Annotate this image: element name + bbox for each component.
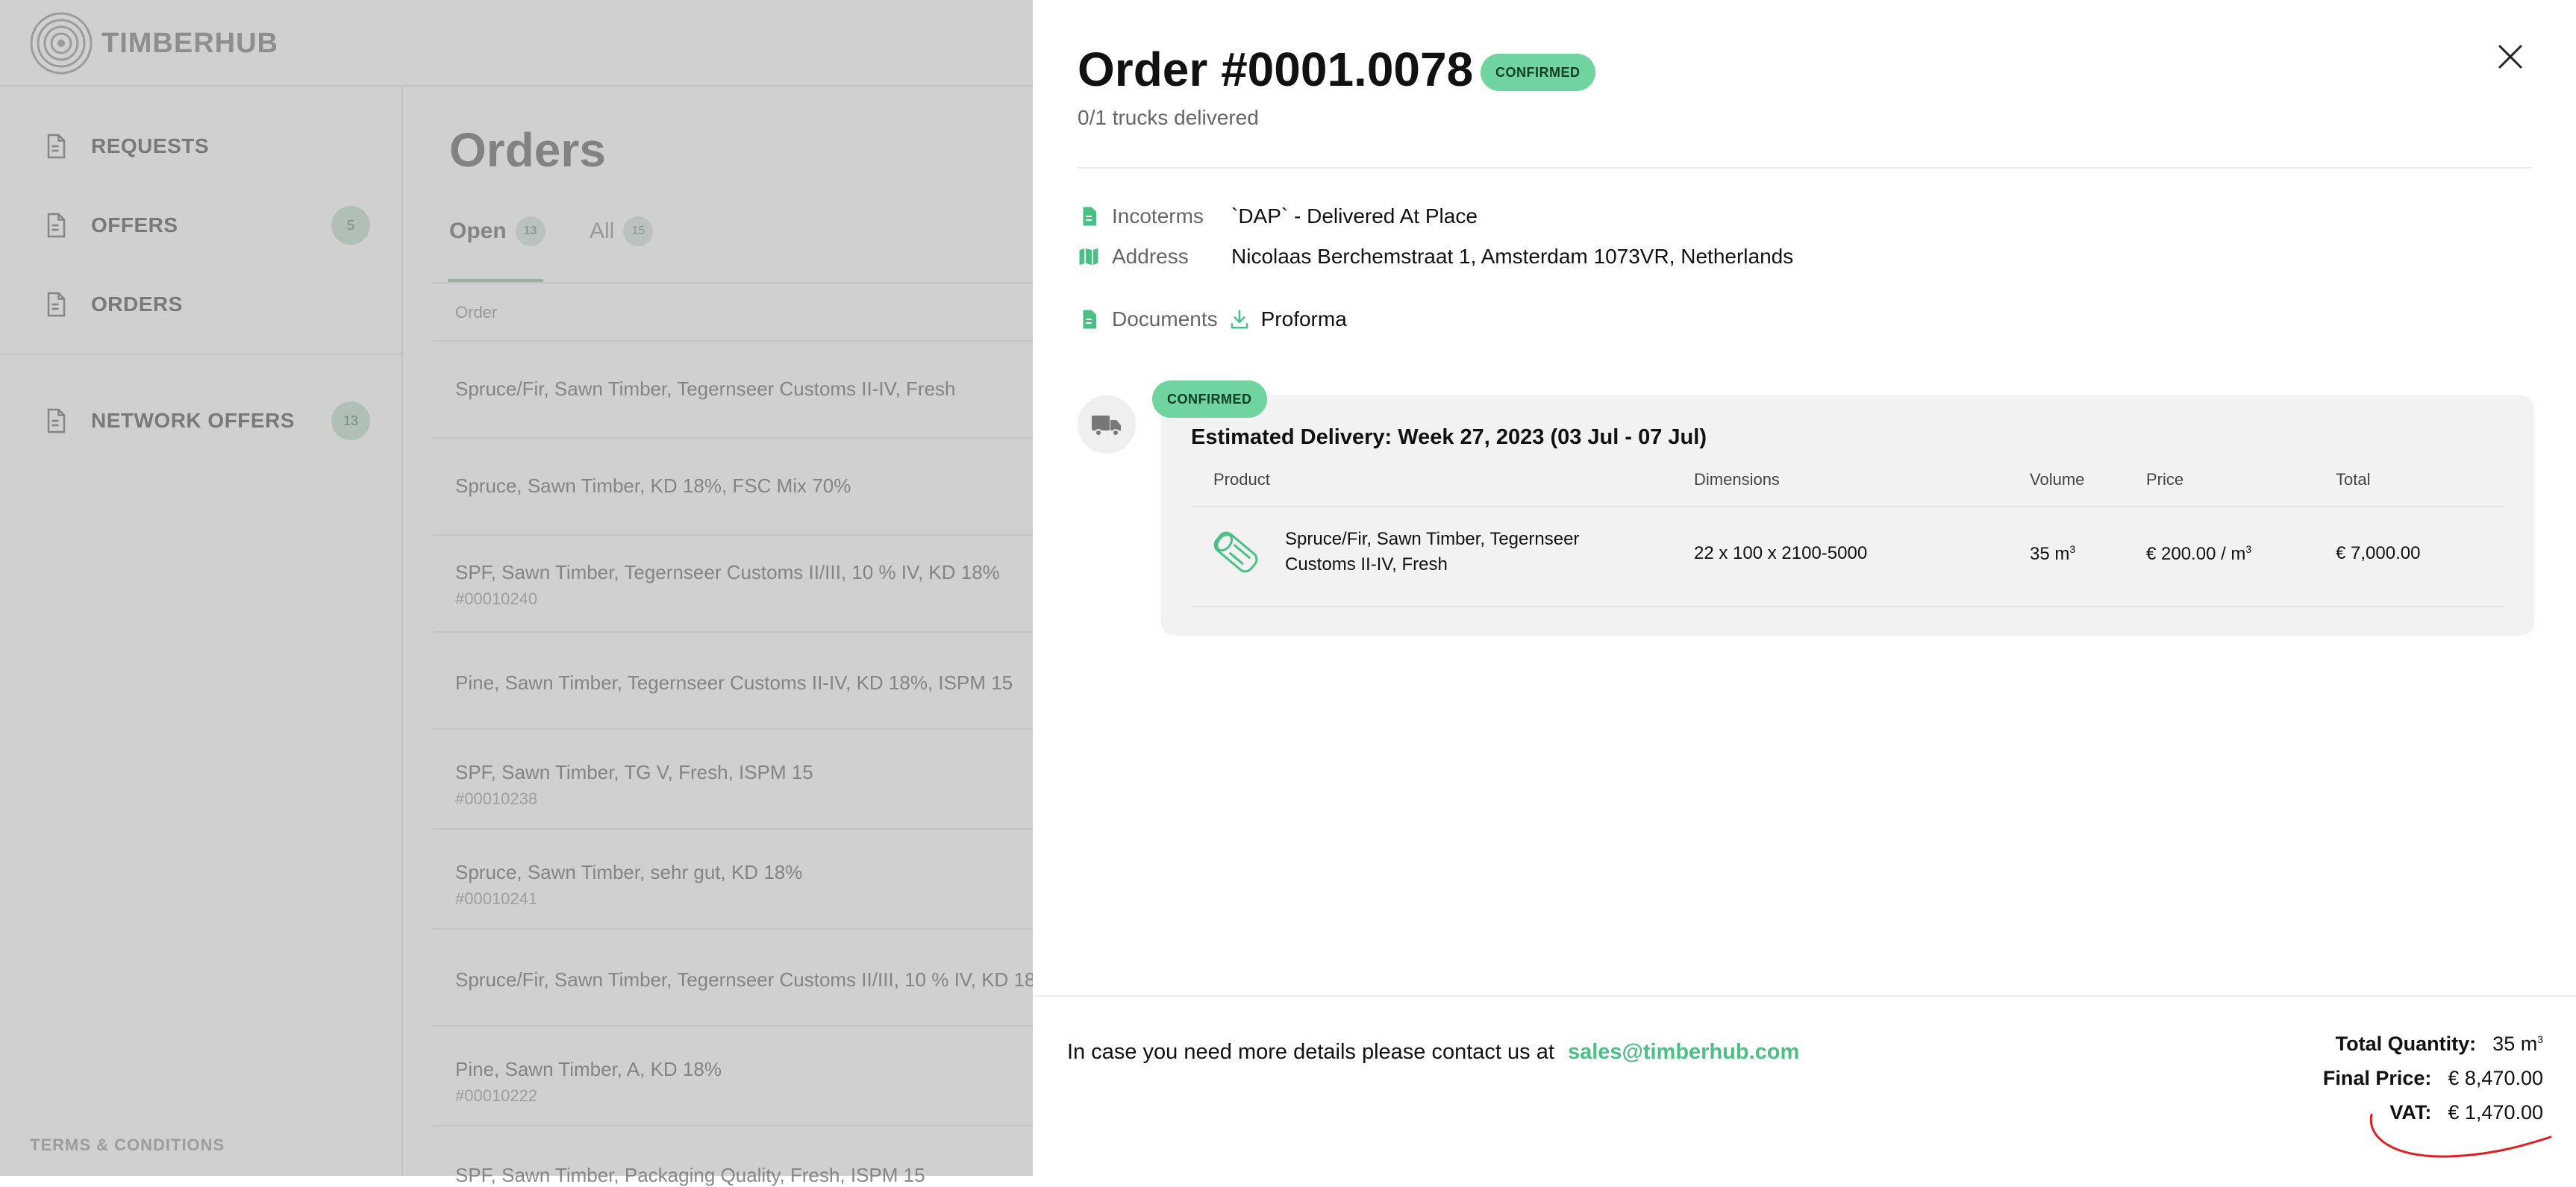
row-divider bbox=[1191, 606, 2504, 607]
volume-value: 35 m bbox=[2030, 544, 2070, 564]
product-price: € 200.00 / m3 bbox=[2146, 543, 2251, 565]
total-quantity-exponent: 3 bbox=[2537, 1033, 2543, 1045]
product-dimensions: 22 x 100 x 2100-5000 bbox=[1694, 543, 1868, 563]
timber-icon bbox=[1213, 531, 1258, 573]
product-name: Spruce/Fir, Sawn Timber, Tegernseer Cust… bbox=[1285, 529, 1580, 574]
order-detail-drawer: Order #0001.0078 CONFIRMED 0/1 trucks de… bbox=[1033, 0, 2576, 1177]
drawer-footer: In case you need more details please con… bbox=[1033, 995, 2576, 1177]
download-icon[interactable] bbox=[1228, 308, 1251, 331]
map-icon bbox=[1079, 248, 1098, 266]
volume-unit-exponent: 3 bbox=[2069, 543, 2076, 555]
proforma-link[interactable]: Proforma bbox=[1261, 307, 1347, 331]
delivery-card: Estimated Delivery: Week 27, 2023 (03 Ju… bbox=[1161, 395, 2534, 636]
header-divider bbox=[1191, 506, 2504, 507]
total-quantity: Total Quantity: 35 m3 bbox=[2336, 1033, 2543, 1056]
truck-avatar bbox=[1078, 395, 1136, 454]
contact-email-link[interactable]: sales@timberhub.com bbox=[1568, 1040, 1799, 1064]
column-header-product: Product bbox=[1213, 470, 1270, 489]
truck-icon bbox=[1092, 416, 1121, 436]
address-label: Address bbox=[1112, 245, 1189, 268]
address-value: Nicolaas Berchemstraat 1, Amsterdam 1073… bbox=[1231, 245, 1794, 268]
close-icon[interactable] bbox=[2495, 42, 2525, 72]
column-header-total: Total bbox=[2336, 470, 2371, 489]
header-divider bbox=[1078, 167, 2533, 169]
final-price-label: Final Price: bbox=[2322, 1067, 2432, 1089]
column-header-dimensions: Dimensions bbox=[1694, 470, 1780, 489]
final-price: Final Price: € 8,470.00 bbox=[2323, 1067, 2543, 1090]
incoterms-label: Incoterms bbox=[1112, 204, 1204, 228]
status-badge: CONFIRMED bbox=[1481, 54, 1595, 91]
document-icon bbox=[1083, 310, 1096, 329]
product-volume: 35 m3 bbox=[2030, 543, 2075, 565]
final-price-value: € 8,470.00 bbox=[2448, 1067, 2543, 1089]
documents-label: Documents bbox=[1112, 307, 1218, 331]
column-header-volume: Volume bbox=[2030, 470, 2085, 489]
trucks-delivered: 0/1 trucks delivered bbox=[1078, 106, 1259, 129]
price-unit-exponent: 3 bbox=[2245, 543, 2252, 555]
contact-message: In case you need more details please con… bbox=[1067, 1040, 1554, 1064]
incoterms-row: Incoterms `DAP` - Delivered At Place bbox=[1078, 204, 1478, 228]
estimated-delivery: Estimated Delivery: Week 27, 2023 (03 Ju… bbox=[1191, 425, 1707, 449]
order-title: Order #0001.0078 bbox=[1078, 43, 1474, 96]
address-row: Address Nicolaas Berchemstraat 1, Amster… bbox=[1078, 245, 1793, 269]
total-quantity-label: Total Quantity: bbox=[2335, 1033, 2477, 1055]
incoterms-value: `DAP` - Delivered At Place bbox=[1231, 204, 1478, 228]
column-header-price: Price bbox=[2146, 470, 2184, 489]
contact-text: In case you need more details please con… bbox=[1067, 1040, 1799, 1065]
delivery-status-badge: CONFIRMED bbox=[1152, 380, 1267, 418]
document-icon bbox=[1083, 207, 1096, 226]
red-annotation-underline bbox=[2369, 1113, 2552, 1158]
product-total: € 7,000.00 bbox=[2336, 543, 2421, 563]
price-value: € 200.00 / m bbox=[2146, 544, 2246, 564]
documents-row: Documents Proforma bbox=[1078, 307, 1347, 331]
total-quantity-value: 35 m bbox=[2492, 1033, 2538, 1055]
